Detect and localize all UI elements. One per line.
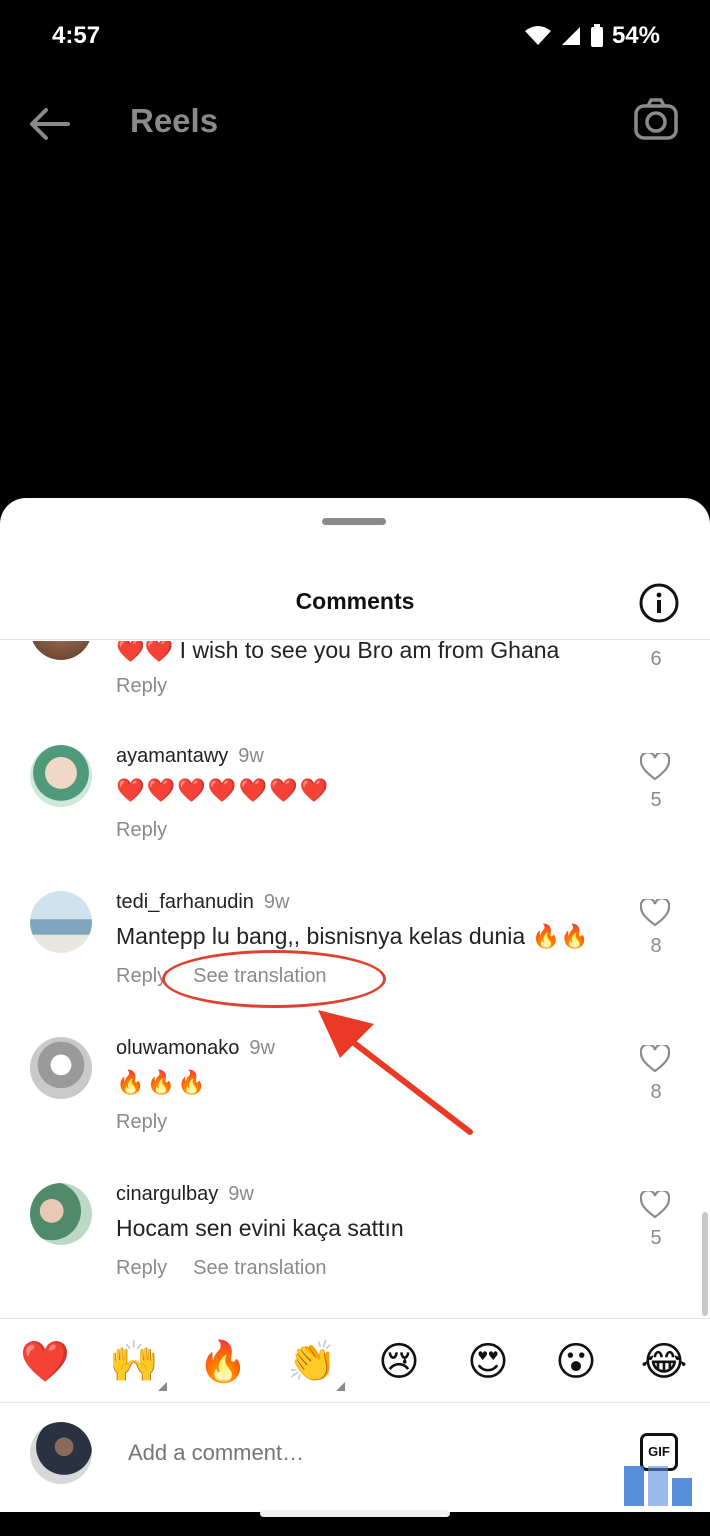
back-arrow-icon[interactable] (26, 100, 74, 148)
heart-icon[interactable] (640, 899, 670, 927)
comment-composer: GIF (0, 1404, 710, 1494)
watermark-logo (624, 1466, 692, 1506)
battery-percent: 54% (611, 22, 660, 49)
reaction-fire[interactable]: 🔥 (198, 1337, 248, 1387)
like-count: 8 (650, 935, 662, 957)
scrollbar[interactable] (702, 1212, 708, 1316)
heart-icon[interactable] (640, 1191, 670, 1219)
reply-button[interactable]: Reply (116, 1257, 167, 1279)
wifi-icon (524, 26, 551, 45)
avatar[interactable] (30, 1183, 92, 1245)
comments-header: Comments (0, 558, 710, 640)
comment-header: tedi_farhanudin 9w (116, 891, 289, 914)
comment-item: ayamantawy 9w ❤️❤️❤️❤️❤️❤️❤️ Reply 5 (0, 739, 710, 885)
comment-header: cinargulbay 9w (116, 1183, 254, 1206)
reply-button[interactable]: Reply (116, 965, 167, 987)
comment-item: cinargulbay 9w Hocam sen evini kaça sattı… (0, 1177, 710, 1317)
page-title: Reels (130, 102, 219, 139)
signal-icon (561, 27, 580, 45)
battery-icon (590, 24, 603, 47)
reaction-raised-hands[interactable]: 🙌 (109, 1337, 167, 1391)
avatar[interactable] (30, 1037, 92, 1099)
comment-time: 9w (228, 1183, 254, 1205)
heart-icon[interactable] (640, 1045, 670, 1073)
reaction-surprised[interactable]: 😮 (551, 1337, 601, 1387)
comment-actions: Reply (116, 1111, 167, 1134)
comment-text: ❤️❤️❤️❤️❤️❤️❤️ (116, 777, 331, 803)
comment-header: oluwamonako 9w (116, 1037, 275, 1060)
comment-time: 9w (263, 891, 290, 913)
avatar[interactable] (30, 891, 92, 953)
comment-item: ❤️❤️ I wish to see you Bro am from Ghana… (0, 641, 710, 739)
reaction-crying[interactable]: 😢 (374, 1337, 424, 1387)
avatar[interactable] (30, 641, 92, 660)
like-count: 6 (650, 648, 662, 670)
reply-button[interactable]: Reply (116, 675, 167, 697)
reaction-heart[interactable]: ❤️ (20, 1337, 70, 1387)
comment-text: ❤️❤️ I wish to see you Bro am from Ghana (116, 641, 560, 663)
status-bar: 4:57 54% (0, 0, 710, 74)
like-count: 5 (650, 1227, 662, 1249)
comment-username[interactable]: oluwamonako (116, 1037, 239, 1059)
comment-time: 9w (249, 1037, 275, 1059)
reels-header: Reels (0, 74, 710, 170)
sheet-drag-handle[interactable] (322, 518, 386, 525)
comment-actions: Reply (116, 675, 167, 698)
camera-icon[interactable] (632, 96, 680, 144)
like-count: 5 (650, 789, 662, 811)
annotation-ellipse (162, 950, 386, 1008)
see-translation-link[interactable]: See translation (193, 1257, 326, 1279)
reaction-heart-eyes[interactable]: 😍 (463, 1337, 513, 1387)
heart-icon[interactable] (640, 753, 670, 781)
comment-text: Mantepp lu bang,, bisnisnya kelas dunia … (116, 923, 589, 949)
like-count: 8 (650, 1081, 662, 1103)
comment-text: 🔥🔥🔥 (116, 1069, 208, 1095)
comment-header: ayamantawy 9w (116, 745, 264, 768)
quick-reactions: ❤️ 🙌 🔥 👏 😢 😍 😮 😂 (0, 1318, 710, 1403)
comment-username[interactable]: ayamantawy (116, 745, 228, 767)
comment-username[interactable]: cinargulbay (116, 1183, 218, 1205)
comment-time: 9w (238, 745, 264, 767)
comment-item: oluwamonako 9w 🔥🔥🔥 Reply 8 (0, 1031, 710, 1177)
reaction-clap[interactable]: 👏 (287, 1337, 345, 1391)
status-time: 4:57 (52, 22, 101, 49)
reply-button[interactable]: Reply (116, 1111, 167, 1133)
avatar[interactable] (30, 1422, 92, 1484)
status-indicators: 54% (524, 22, 660, 50)
comment-actions: Reply See translation (116, 1257, 327, 1280)
reply-button[interactable]: Reply (116, 819, 167, 841)
comment-username[interactable]: tedi_farhanudin (116, 891, 254, 913)
comment-input[interactable] (128, 1440, 416, 1466)
sheet-title: Comments (295, 588, 415, 614)
comment-text: Hocam sen evini kaça sattın (116, 1215, 404, 1241)
home-gesture-handle[interactable] (260, 1510, 450, 1517)
comments-sheet: Comments ❤️❤️ I wish to see you Bro am f… (0, 498, 710, 1536)
info-icon[interactable] (638, 582, 680, 624)
avatar[interactable] (30, 745, 92, 807)
comment-actions: Reply (116, 819, 167, 842)
reaction-laughing[interactable]: 😂 (639, 1337, 689, 1387)
